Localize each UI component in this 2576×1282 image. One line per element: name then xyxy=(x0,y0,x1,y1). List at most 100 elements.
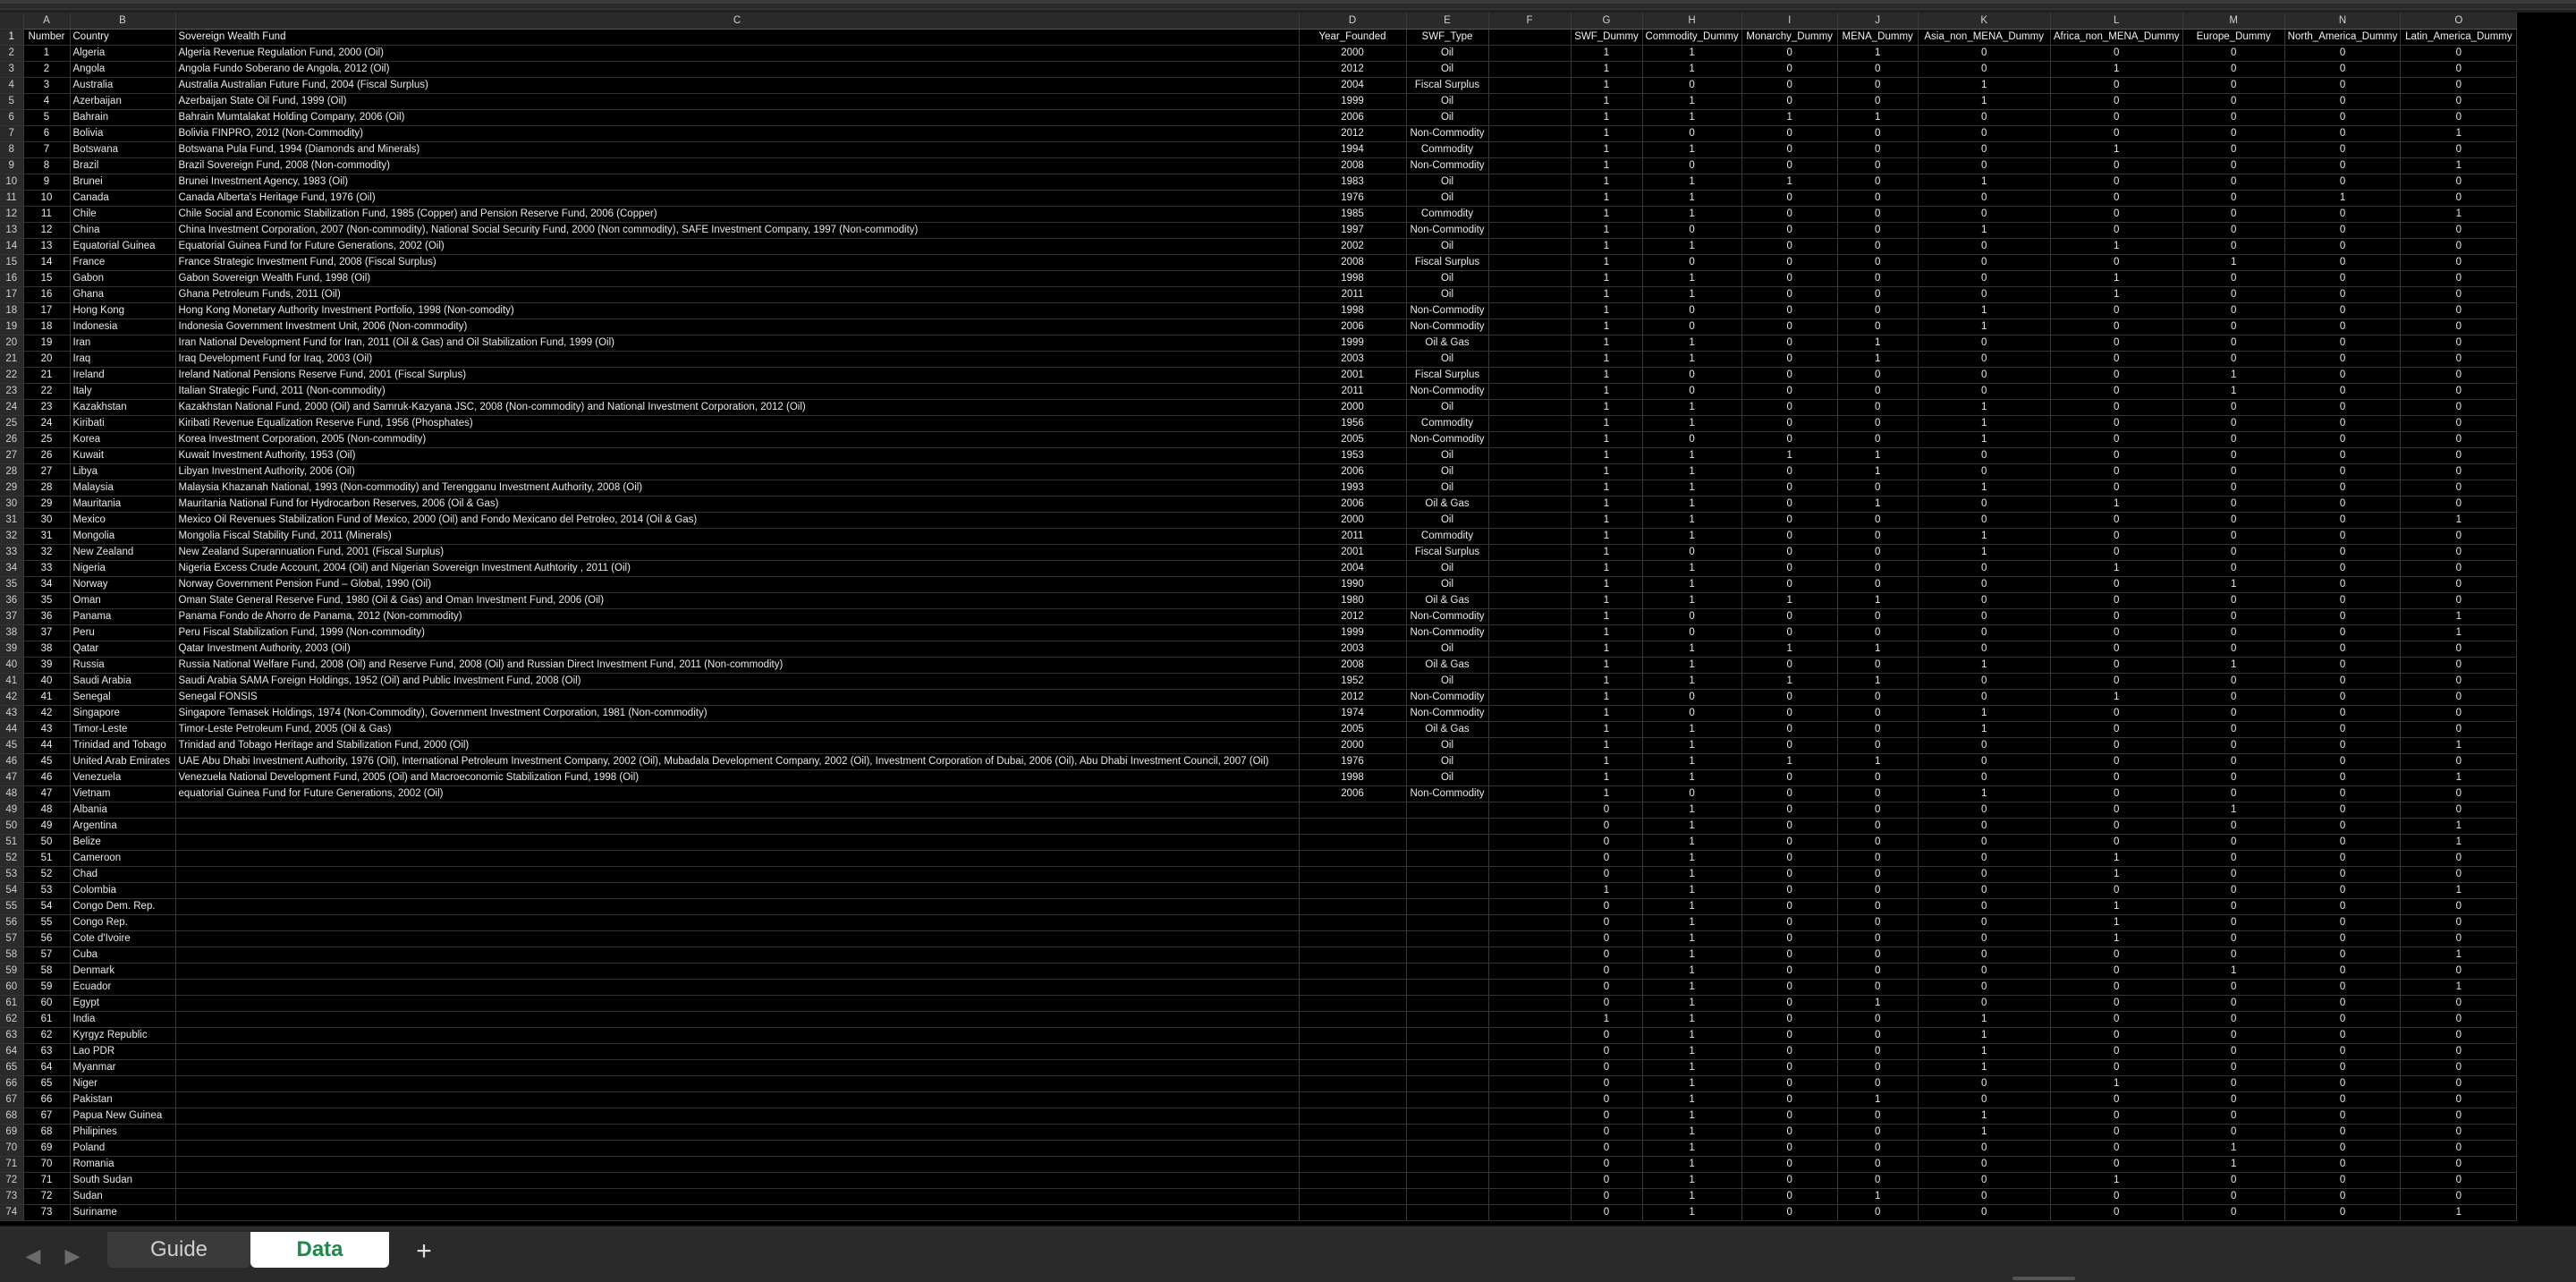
table-cell[interactable]: 1 xyxy=(2284,190,2402,207)
table-cell[interactable]: Oil xyxy=(1406,753,1489,770)
table-cell[interactable] xyxy=(1406,898,1489,915)
table-cell[interactable] xyxy=(1488,383,1572,400)
table-cell[interactable]: 57 xyxy=(23,947,71,964)
table-cell[interactable]: Non-Commodity xyxy=(1406,608,1489,625)
column-header-i[interactable]: I xyxy=(1741,13,1838,30)
table-cell[interactable]: 1999 xyxy=(1299,93,1407,110)
table-cell[interactable] xyxy=(1406,1140,1489,1157)
table-cell[interactable]: 65 xyxy=(23,1075,71,1092)
table-cell[interactable]: 63 xyxy=(23,1043,71,1060)
table-cell[interactable]: 0 xyxy=(1837,512,1919,529)
table-cell[interactable]: Senegal FONSIS xyxy=(175,689,1300,706)
table-cell[interactable] xyxy=(1406,834,1489,851)
table-cell[interactable]: Ghana Petroleum Funds, 2011 (Oil) xyxy=(175,286,1300,303)
table-cell[interactable]: Mauritania xyxy=(70,496,176,513)
table-cell[interactable] xyxy=(1488,576,1572,593)
table-cell[interactable] xyxy=(1299,866,1407,883)
table-cell[interactable] xyxy=(1488,1043,1572,1060)
table-cell[interactable]: 0 xyxy=(2182,415,2285,432)
table-cell[interactable]: Colombia xyxy=(70,882,176,899)
table-cell[interactable]: 1 xyxy=(1571,157,1643,174)
table-cell[interactable]: 0 xyxy=(2284,447,2402,464)
table-cell[interactable]: 0 xyxy=(1918,383,2051,400)
table-cell[interactable]: Papua New Guinea xyxy=(70,1108,176,1125)
table-cell[interactable]: 0 xyxy=(2050,995,2183,1012)
table-cell[interactable]: 0 xyxy=(1741,318,1838,335)
table-cell[interactable]: 0 xyxy=(2182,1059,2285,1076)
table-cell[interactable]: 0 xyxy=(2284,979,2402,996)
table-cell[interactable]: 0 xyxy=(2284,624,2402,641)
table-cell[interactable]: 2003 xyxy=(1299,351,1407,368)
table-cell[interactable]: 2006 xyxy=(1299,109,1407,126)
table-cell[interactable]: 1 xyxy=(1741,753,1838,770)
table-cell[interactable]: 0 xyxy=(1918,125,2051,142)
table-cell[interactable]: Oil xyxy=(1406,560,1489,577)
table-cell[interactable]: 0 xyxy=(2284,1124,2402,1141)
table-cell[interactable]: Timor-Leste xyxy=(70,721,176,738)
table-cell[interactable] xyxy=(1488,302,1572,319)
table-cell[interactable]: 66 xyxy=(23,1091,71,1108)
row-number[interactable]: 26 xyxy=(0,431,24,448)
table-cell[interactable]: Panama xyxy=(70,608,176,625)
table-cell[interactable]: Cuba xyxy=(70,947,176,964)
table-cell[interactable]: 1 xyxy=(1571,1011,1643,1028)
table-cell[interactable]: 0 xyxy=(1571,1027,1643,1044)
table-cell[interactable]: 0 xyxy=(2050,1027,2183,1044)
table-cell[interactable]: 1 xyxy=(1642,769,1742,786)
table-cell[interactable]: 0 xyxy=(2050,1204,2183,1221)
table-cell[interactable]: 68 xyxy=(23,1124,71,1141)
table-cell[interactable]: Commodity xyxy=(1406,528,1489,545)
table-cell[interactable]: 53 xyxy=(23,882,71,899)
table-cell[interactable] xyxy=(1406,995,1489,1012)
column-header-l[interactable]: L xyxy=(2050,13,2183,30)
table-cell[interactable]: Commodity xyxy=(1406,415,1489,432)
table-cell[interactable]: 1 xyxy=(1642,1156,1742,1173)
table-cell[interactable]: 1 xyxy=(1918,93,2051,110)
table-cell[interactable]: 1 xyxy=(2050,930,2183,947)
table-cell[interactable]: 1 xyxy=(1571,528,1643,545)
table-cell[interactable] xyxy=(1488,254,1572,271)
table-cell[interactable]: 42 xyxy=(23,705,71,722)
row-number[interactable]: 68 xyxy=(0,1108,24,1125)
table-cell[interactable] xyxy=(1488,93,1572,110)
table-cell[interactable]: 0 xyxy=(1741,463,1838,480)
table-cell[interactable]: 0 xyxy=(2284,222,2402,239)
row-number[interactable]: 28 xyxy=(0,463,24,480)
table-cell[interactable]: 0 xyxy=(1571,995,1643,1012)
table-cell[interactable]: 0 xyxy=(2284,882,2402,899)
table-cell[interactable]: 0 xyxy=(2050,45,2183,62)
header-cell[interactable]: Monarchy_Dummy xyxy=(1741,29,1838,46)
table-cell[interactable]: 0 xyxy=(2050,157,2183,174)
next-sheet-icon[interactable]: ▶ xyxy=(59,1243,86,1269)
table-cell[interactable]: 1 xyxy=(1642,399,1742,416)
table-cell[interactable]: 0 xyxy=(2182,447,2285,464)
table-cell[interactable] xyxy=(1488,109,1572,126)
table-cell[interactable]: 1 xyxy=(2400,769,2518,786)
table-cell[interactable]: 1 xyxy=(1918,302,2051,319)
table-cell[interactable]: 0 xyxy=(2050,737,2183,754)
table-cell[interactable]: 0 xyxy=(1837,222,1919,239)
table-cell[interactable] xyxy=(1406,1075,1489,1092)
table-cell[interactable]: 0 xyxy=(1571,1043,1643,1060)
table-cell[interactable]: Romania xyxy=(70,1156,176,1173)
table-cell[interactable] xyxy=(1299,1156,1407,1173)
table-cell[interactable]: 25 xyxy=(23,431,71,448)
row-number[interactable]: 17 xyxy=(0,286,24,303)
table-cell[interactable]: 1 xyxy=(1642,415,1742,432)
table-cell[interactable]: 0 xyxy=(2050,608,2183,625)
table-cell[interactable]: China Investment Corporation, 2007 (Non-… xyxy=(175,222,1300,239)
table-cell[interactable]: 0 xyxy=(2050,351,2183,368)
table-cell[interactable]: 0 xyxy=(2050,1091,2183,1108)
row-number[interactable]: 58 xyxy=(0,947,24,964)
table-cell[interactable]: Kazakhstan xyxy=(70,399,176,416)
table-cell[interactable]: 1 xyxy=(1642,673,1742,690)
table-cell[interactable]: 0 xyxy=(2284,608,2402,625)
table-cell[interactable]: 0 xyxy=(2050,318,2183,335)
table-cell[interactable]: 1994 xyxy=(1299,141,1407,158)
table-cell[interactable] xyxy=(1488,721,1572,738)
table-cell[interactable]: Fiscal Surplus xyxy=(1406,367,1489,384)
table-cell[interactable]: 0 xyxy=(2284,1156,2402,1173)
table-cell[interactable]: 1 xyxy=(2050,141,2183,158)
table-cell[interactable]: 1 xyxy=(1642,1172,1742,1189)
table-cell[interactable]: 1 xyxy=(2050,560,2183,577)
